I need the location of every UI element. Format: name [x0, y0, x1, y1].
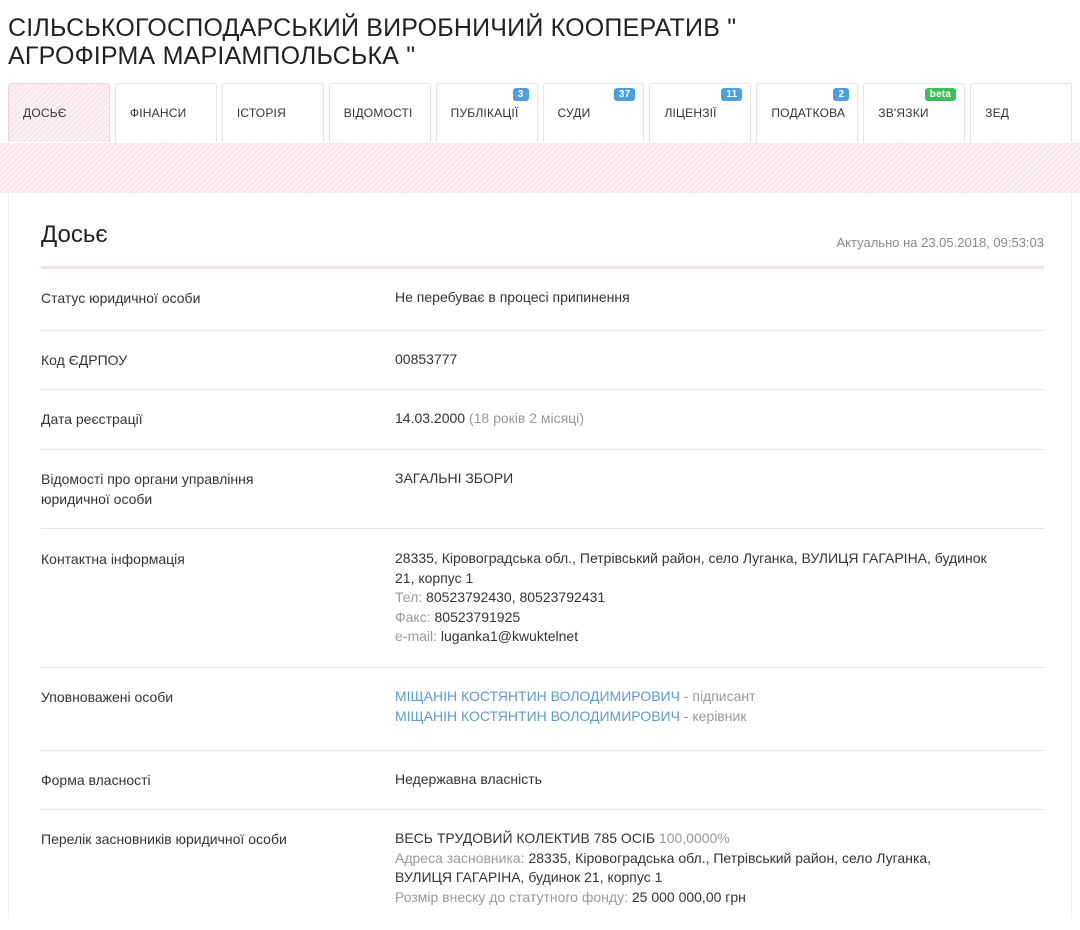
company-title-line1: СІЛЬСЬКОГОСПОДАРСЬКИЙ ВИРОБНИЧИЙ КООПЕРА…: [8, 14, 737, 42]
tab-publications[interactable]: ПУБЛІКАЦІЇ 3: [435, 83, 538, 142]
row-label: Дата реєстрації: [41, 411, 143, 427]
company-title: СІЛЬСЬКОГОСПОДАРСЬКИЙ ВИРОБНИЧИЙ КООПЕРА…: [8, 14, 1068, 70]
tab-finance[interactable]: ФІНАНСИ: [114, 83, 217, 142]
tab-licenses[interactable]: ЛІЦЕНЗІЇ 11: [649, 83, 752, 142]
authorized-person: МІЩАНІН КОСТЯНТИН ВОЛОДИМИРОВИЧ - керівн…: [395, 707, 1045, 727]
founder-contribution: Розмір внеску до статутного фонду: 25 00…: [395, 888, 1045, 908]
contribution-label: Розмір внеску до статутного фонду:: [395, 888, 628, 905]
row-label: Код ЄДРПОУ: [41, 352, 128, 368]
dossier-header: Досьє Актуально на 23.05.2018, 09:53:03: [41, 221, 1044, 269]
row-status: Статус юридичної особи Не перебуває в пр…: [41, 272, 1044, 331]
dossier-card: Досьє Актуально на 23.05.2018, 09:53:03 …: [8, 193, 1072, 918]
row-registration: Дата реєстрації 14.03.2000 (18 років 2 м…: [41, 390, 1044, 450]
tab-label: ПУБЛІКАЦІЇ: [450, 106, 519, 120]
dossier-title: Досьє: [41, 221, 108, 248]
row-label: Відомості про органи управління юридично…: [41, 469, 341, 509]
tab-label: ПОДАТКОВА: [771, 106, 846, 120]
contact-address: 28335, Кіровоградська обл., Петрівський …: [395, 550, 987, 566]
tab-connections[interactable]: ЗВ'ЯЗКИ beta: [863, 83, 966, 142]
registration-date: 14.03.2000: [395, 410, 466, 426]
updated-timestamp: Актуально на 23.05.2018, 09:53:03: [836, 235, 1044, 250]
tab-label: ЛІЦЕНЗІЇ: [664, 106, 717, 120]
ownership-value: Недержавна власність: [395, 771, 542, 787]
founders-value: ВЕСЬ ТРУДОВИЙ КОЛЕКТИВ 785 ОСІБ 100,0000…: [395, 829, 1045, 907]
row-label-line: юридичної особи: [41, 491, 153, 507]
fax-value: 80523791925: [434, 608, 521, 625]
tab-bar: ДОСЬЄ ФІНАНСИ ІСТОРІЯ ВІДОМОСТІ ПУБЛІКАЦ…: [8, 83, 1073, 143]
tab-dossier[interactable]: ДОСЬЄ: [8, 83, 110, 142]
email-value: luganka1@kwuktelnet: [440, 628, 579, 644]
row-label: Статус юридичної особи: [41, 290, 201, 306]
tab-courts[interactable]: СУДИ 37: [542, 83, 645, 142]
founder-address-value: 28335, Кіровоградська обл., Петрівський …: [528, 849, 932, 866]
contribution-value: 25 000 000,00 грн: [631, 888, 746, 905]
row-label-line: Відомості про органи управління: [41, 471, 254, 487]
contacts-value: 28335, Кіровоградська обл., Петрівський …: [395, 549, 1045, 647]
contact-email: e-mail: luganka1@kwuktelnet: [395, 627, 1045, 647]
founder-name-line: ВЕСЬ ТРУДОВИЙ КОЛЕКТИВ 785 ОСІБ 100,0000…: [395, 829, 1045, 849]
row-label: Перелік засновників юридичної особи: [41, 831, 287, 847]
founder-address-cont: ВУЛИЦЯ ГАГАРІНА, будинок 21, корпус 1: [395, 869, 663, 885]
person-role: - керівник: [679, 707, 747, 724]
tab-label: ІСТОРІЯ: [236, 106, 286, 120]
row-management: Відомості про органи управління юридично…: [41, 450, 1044, 529]
row-contacts: Контактна інформація 28335, Кіровоградсь…: [41, 529, 1044, 668]
count-badge: 37: [613, 88, 636, 101]
tab-label: ЗВ'ЯЗКИ: [878, 106, 929, 120]
management-value: ЗАГАЛЬНІ ЗБОРИ: [395, 470, 514, 486]
contact-phone: Тел: 80523792430, 80523792431: [395, 588, 1045, 608]
dossier-rows: Статус юридичної особи Не перебуває в пр…: [41, 272, 1044, 930]
authorized-person: МІЩАНІН КОСТЯНТИН ВОЛОДИМИРОВИЧ - підпис…: [395, 687, 1045, 707]
tab-label: ФІНАНСИ: [129, 106, 187, 120]
row-label: Форма власності: [41, 772, 151, 788]
tab-history[interactable]: ІСТОРІЯ: [221, 83, 324, 142]
tab-label: СУДИ: [557, 106, 591, 120]
email-label: e-mail:: [395, 628, 438, 644]
row-edrpou: Код ЄДРПОУ 00853777: [41, 331, 1044, 390]
person-link[interactable]: МІЩАНІН КОСТЯНТИН ВОЛОДИМИРОВИЧ: [395, 708, 680, 724]
tab-tax[interactable]: ПОДАТКОВА 2: [756, 83, 859, 142]
row-founders: Перелік засновників юридичної особи ВЕСЬ…: [41, 810, 1044, 930]
contact-fax: Факс: 80523791925: [395, 608, 1045, 628]
tab-content-band: [0, 143, 1080, 193]
contact-address-cont: 21, корпус 1: [395, 569, 474, 586]
phone-label: Тел:: [395, 589, 423, 605]
fax-label: Факс:: [395, 608, 431, 625]
row-ownership: Форма власності Недержавна власність: [41, 751, 1044, 810]
person-link[interactable]: МІЩАНІН КОСТЯНТИН ВОЛОДИМИРОВИЧ: [395, 688, 680, 704]
tab-label: ВІДОМОСТІ: [343, 106, 413, 120]
founder-name: ВЕСЬ ТРУДОВИЙ КОЛЕКТИВ 785 ОСІБ: [395, 830, 656, 846]
founder-share: 100,0000%: [658, 830, 730, 846]
person-role: - підписант: [679, 688, 756, 704]
tab-foreign-trade[interactable]: ЗЕД: [970, 83, 1073, 142]
authorized-value: МІЩАНІН КОСТЯНТИН ВОЛОДИМИРОВИЧ - підпис…: [395, 687, 1045, 726]
beta-badge: beta: [924, 88, 957, 101]
count-badge: 3: [512, 88, 529, 101]
tab-label: ДОСЬЄ: [23, 106, 67, 120]
phone-value: 80523792430, 80523792431: [426, 589, 606, 605]
row-label: Контактна інформація: [41, 551, 185, 567]
row-label: Уповноважені особи: [41, 689, 174, 705]
company-title-line2: АГРОФІРМА МАРІАМПОЛЬСЬКА ": [8, 42, 416, 70]
count-badge: 2: [833, 88, 850, 101]
registration-value: 14.03.2000 (18 років 2 місяці): [395, 409, 1045, 429]
edrpou-value: 00853777: [395, 351, 458, 367]
registration-age: (18 років 2 місяці): [468, 410, 585, 426]
tab-label: ЗЕД: [985, 106, 1010, 120]
count-badge: 11: [721, 88, 743, 101]
status-value: Не перебуває в процесі припинення: [395, 289, 630, 305]
founder-address: Адреса засновника: 28335, Кіровоградська…: [395, 849, 1045, 869]
row-authorized: Уповноважені особи МІЩАНІН КОСТЯНТИН ВОЛ…: [41, 668, 1044, 751]
tab-info[interactable]: ВІДОМОСТІ: [328, 83, 431, 142]
founder-address-label: Адреса засновника:: [395, 849, 525, 866]
